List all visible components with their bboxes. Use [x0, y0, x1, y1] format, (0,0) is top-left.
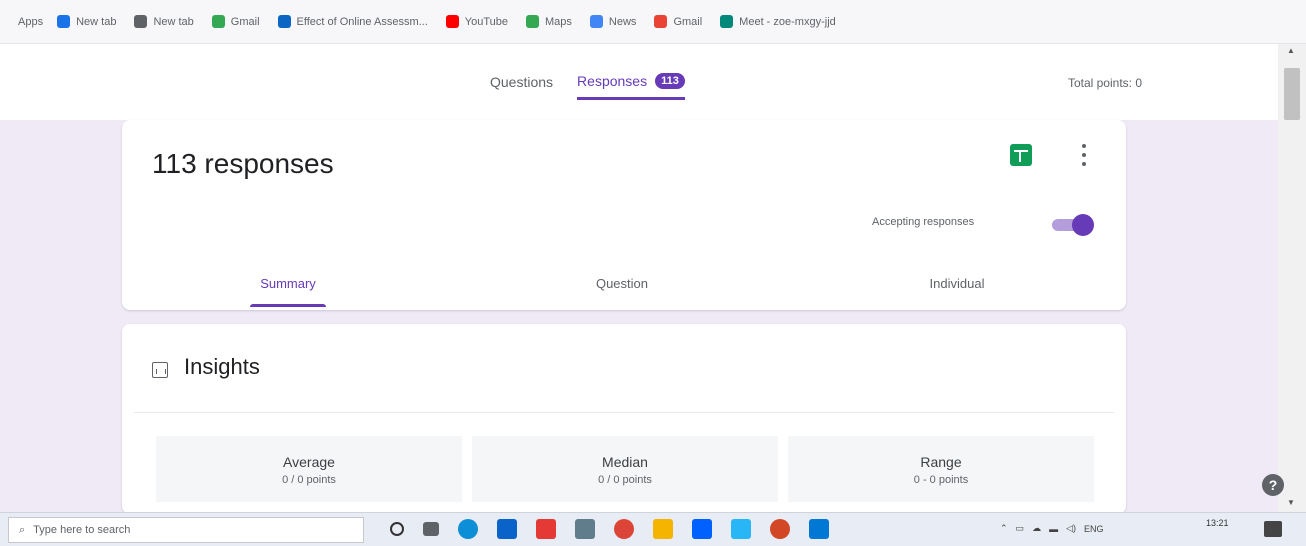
more-vert-icon[interactable]: [1080, 144, 1088, 166]
cortana-icon[interactable]: [390, 522, 404, 536]
chrome-icon[interactable]: [614, 519, 634, 539]
taskbar-search-input[interactable]: ⌕ Type here to search: [8, 517, 364, 543]
stat-value: 0 / 0 points: [282, 474, 336, 486]
response-view-tabs: Summary Question Individual: [122, 270, 1126, 310]
clock-time: 13:21: [1206, 518, 1229, 528]
insights-icon: [152, 362, 168, 378]
stat-average: Average 0 / 0 points: [156, 436, 462, 502]
accepting-responses-label: Accepting responses: [872, 216, 975, 228]
bookmark-item[interactable]: Gmail: [211, 15, 260, 28]
sheets-icon[interactable]: [1010, 144, 1032, 166]
volume-icon[interactable]: ◁): [1066, 523, 1076, 534]
stat-label: Range: [920, 454, 962, 470]
favicon-icon: [445, 15, 459, 28]
onedrive-icon[interactable]: ☁: [1032, 523, 1041, 534]
stat-median: Median 0 / 0 points: [472, 436, 778, 502]
favicon-icon: [277, 15, 291, 28]
favicon-icon: [134, 15, 148, 28]
responses-count-badge: 113: [655, 72, 685, 89]
app-blue-icon[interactable]: [731, 519, 751, 539]
favicon-icon: [589, 15, 603, 28]
favicon-icon: [211, 15, 225, 28]
task-view-icon[interactable]: [423, 522, 439, 536]
bookmark-item[interactable]: New tab: [134, 15, 194, 28]
explorer-icon[interactable]: [653, 519, 673, 539]
scrollbar[interactable]: ▲ ▼: [1278, 44, 1306, 512]
taskbar-apps: [390, 519, 829, 539]
scroll-thumb[interactable]: [1284, 68, 1300, 120]
search-icon: ⌕: [19, 523, 26, 536]
stat-label: Average: [283, 454, 335, 470]
tray-chevron-icon[interactable]: ⌃: [1000, 523, 1008, 534]
app-s-icon[interactable]: [536, 519, 556, 539]
network-icon[interactable]: ▭: [1016, 523, 1025, 534]
bookmark-item[interactable]: New tab: [57, 15, 116, 28]
taskbar-clock[interactable]: 13:21: [1206, 517, 1229, 529]
bookmark-item[interactable]: Meet - zoe-mxgy-jjd: [720, 15, 836, 28]
tab-summary[interactable]: Summary: [248, 276, 328, 291]
powerpoint-icon[interactable]: [770, 519, 790, 539]
favicon-icon: [57, 15, 71, 28]
stat-value: 0 - 0 points: [913, 474, 969, 486]
stat-value: 0 / 0 points: [598, 474, 652, 486]
divider: [134, 412, 1114, 413]
responses-title: 113 responses: [152, 148, 334, 179]
search-placeholder: Type here to search: [33, 524, 131, 536]
edge-icon[interactable]: [458, 519, 478, 539]
insights-card: Insights Average 0 / 0 points Median 0 /…: [122, 324, 1126, 514]
total-points: Total points: 0: [1067, 76, 1142, 90]
form-header: Questions Responses 113 Total points: 0: [0, 44, 1278, 120]
help-icon[interactable]: ?: [1262, 474, 1284, 496]
active-tab-indicator: [250, 304, 326, 307]
toggle-knob: [1072, 214, 1094, 236]
system-tray: ⌃ ▭ ☁ ▬ ◁) ENG: [1000, 523, 1104, 534]
tab-individual[interactable]: Individual: [912, 276, 1002, 291]
taskbar: ⌕ Type here to search ⌃ ▭ ☁ ▬ ◁) ENG 13:…: [0, 512, 1306, 546]
responses-card: 113 responses Accepting responses Summar…: [122, 120, 1126, 310]
tab-question[interactable]: Question: [582, 276, 662, 291]
bookmark-item[interactable]: Maps: [526, 15, 572, 28]
outlook-icon[interactable]: [809, 519, 829, 539]
stat-range: Range 0 - 0 points: [788, 436, 1094, 502]
scanner-icon[interactable]: [575, 519, 595, 539]
scroll-up-icon[interactable]: ▲: [1287, 46, 1295, 55]
bookmark-item[interactable]: Effect of Online Assessm...: [277, 15, 428, 28]
bookmark-item[interactable]: Gmail: [654, 15, 702, 28]
form-tabs: Questions Responses 113: [490, 64, 685, 100]
dropbox-icon[interactable]: [692, 519, 712, 539]
insights-title: Insights: [184, 354, 260, 379]
battery-icon[interactable]: ▬: [1049, 524, 1058, 534]
tab-questions[interactable]: Questions: [490, 64, 553, 100]
favicon-icon: [654, 15, 668, 28]
notification-icon[interactable]: [1264, 521, 1282, 537]
favicon-icon: [526, 15, 540, 28]
accepting-responses-toggle[interactable]: [1048, 214, 1094, 236]
stat-label: Median: [602, 454, 648, 470]
bookmark-item[interactable]: News: [589, 15, 636, 28]
bookmark-apps[interactable]: Apps: [18, 16, 43, 28]
mail-icon[interactable]: [497, 519, 517, 539]
bookmark-item[interactable]: YouTube: [445, 15, 508, 28]
tab-responses[interactable]: Responses 113: [577, 64, 685, 100]
language-indicator[interactable]: ENG: [1084, 524, 1104, 534]
favicon-icon: [720, 15, 734, 28]
scroll-down-icon[interactable]: ▼: [1287, 498, 1295, 507]
bookmarks-bar: Apps New tab New tab Gmail Effect of Onl…: [0, 0, 1306, 44]
